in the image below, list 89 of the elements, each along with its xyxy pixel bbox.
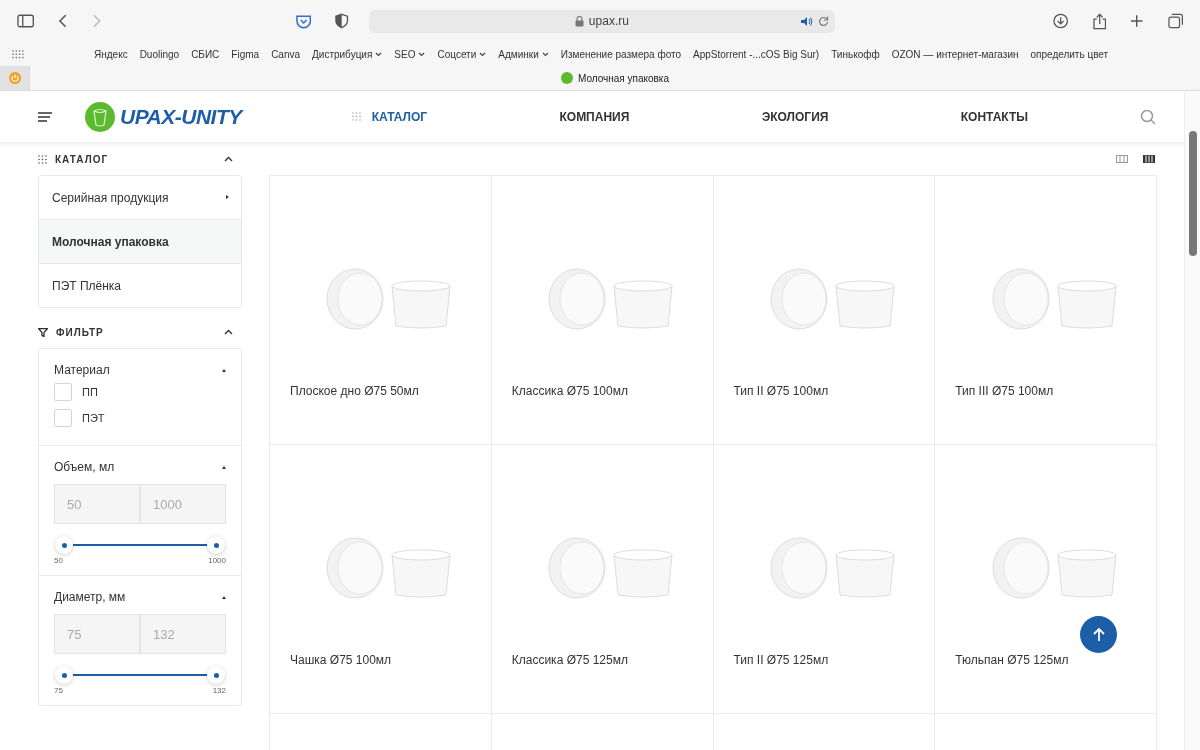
- collapse-icon[interactable]: [222, 368, 226, 372]
- checkbox[interactable]: [54, 383, 72, 401]
- product-name[interactable]: Тип II Ø75 125мл: [713, 653, 935, 667]
- nav-link[interactable]: КАТАЛОГ: [351, 109, 428, 124]
- bookmark[interactable]: определить цвет: [1030, 48, 1109, 60]
- max-label: 1000: [208, 556, 226, 565]
- product-name[interactable]: Плоское дно Ø75 50мл: [270, 384, 491, 398]
- product-card[interactable]: Классика Ø75 100мл: [491, 176, 714, 445]
- filter-title: Объем, мл: [54, 460, 115, 474]
- product-name[interactable]: Классика Ø75 100мл: [491, 384, 713, 398]
- tabs-overview-icon[interactable]: [1167, 13, 1183, 29]
- checkbox-label: ПЭТ: [82, 412, 105, 424]
- bookmark[interactable]: OZON — интернет-магазин: [891, 48, 1019, 60]
- bookmark[interactable]: Яндекс: [94, 48, 128, 60]
- product-name[interactable]: Тип II Ø75 100мл: [713, 384, 935, 398]
- cup-logo-icon: [85, 101, 115, 132]
- checkbox[interactable]: [54, 409, 72, 427]
- address-bar[interactable]: upax.ru: [368, 9, 835, 33]
- product-name[interactable]: Классика Ø75 125мл: [491, 653, 713, 667]
- scroll-to-top-button[interactable]: [1080, 616, 1117, 653]
- bookmark[interactable]: СБИС: [191, 48, 220, 60]
- plus-icon[interactable]: [1130, 14, 1144, 28]
- product-name[interactable]: Тип III Ø75 100мл: [935, 384, 1156, 398]
- filter-title: Диаметр, мм: [54, 590, 126, 604]
- slider-handle[interactable]: [55, 536, 73, 554]
- checkbox-label: ПП: [82, 386, 98, 398]
- nav-link[interactable]: ЭКОЛОГИЯ: [761, 109, 829, 124]
- bookmark[interactable]: Изменение размера фото: [560, 48, 681, 60]
- three-column-view-icon[interactable]: [1116, 155, 1128, 163]
- slider-handle[interactable]: [207, 666, 225, 684]
- nav-link[interactable]: КОМПАНИЯ: [559, 109, 630, 124]
- filter-icon: [38, 327, 48, 337]
- menu-icon[interactable]: [38, 111, 52, 122]
- grid-icon: [351, 112, 361, 121]
- collapse-icon[interactable]: [224, 156, 233, 162]
- nav-link[interactable]: КОНТАКТЫ: [960, 109, 1028, 124]
- category-item[interactable]: ПЭТ Плёнка: [39, 264, 241, 307]
- bookmark[interactable]: Duolingo: [139, 48, 180, 60]
- category-item[interactable]: Молочная упаковка: [39, 220, 241, 264]
- sidebar-icon[interactable]: [17, 14, 35, 28]
- power-icon: [8, 72, 21, 84]
- bookmark[interactable]: Canva: [271, 48, 301, 60]
- download-icon[interactable]: [1053, 13, 1069, 29]
- product-card[interactable]: Тип III Ø75 100мл: [935, 176, 1157, 445]
- min-label: 75: [54, 686, 63, 695]
- slider-handle[interactable]: [207, 536, 225, 554]
- bookmark[interactable]: Дистрибуция: [312, 48, 383, 60]
- max-label: 132: [212, 686, 226, 695]
- grid-icon: [38, 154, 47, 164]
- lock-icon: [574, 15, 584, 27]
- search-icon[interactable]: [1140, 108, 1156, 125]
- browser-tab[interactable]: Молочная упаковка: [30, 66, 1200, 90]
- scrollbar-thumb[interactable]: [1188, 131, 1197, 256]
- collapse-icon[interactable]: [224, 329, 233, 335]
- product-card[interactable]: Классика Ø75 125мл: [491, 445, 714, 714]
- min-input-field[interactable]: 50: [54, 484, 140, 524]
- product-name[interactable]: Тюльпан Ø75 125мл: [935, 653, 1156, 667]
- collapse-icon[interactable]: [222, 465, 226, 469]
- slider-handle[interactable]: [55, 666, 73, 684]
- collapse-icon[interactable]: [222, 595, 226, 599]
- product-card[interactable]: Чашка Ø75 100мл: [270, 445, 492, 714]
- product-name[interactable]: Чашка Ø75 100мл: [270, 653, 491, 667]
- section-title: КАТАЛОГ: [55, 153, 110, 165]
- min-input-field[interactable]: 75: [54, 614, 140, 654]
- bookmark[interactable]: AppStorrent -...cOS Big Sur): [693, 48, 820, 60]
- arrow-up-icon: [1092, 627, 1105, 642]
- url-text: upax.ru: [588, 14, 629, 28]
- bookmark[interactable]: Соцсети: [437, 48, 487, 60]
- min-label: 50: [54, 556, 63, 565]
- grid-icon[interactable]: [12, 49, 24, 59]
- filter-title: Материал: [54, 363, 110, 377]
- four-column-view-icon[interactable]: [1143, 155, 1155, 163]
- shield-icon[interactable]: [335, 13, 349, 29]
- max-input-field[interactable]: 1000: [140, 484, 226, 524]
- product-card[interactable]: Тип II Ø75 100мл: [713, 176, 936, 445]
- max-input-field[interactable]: 132: [140, 614, 226, 654]
- share-icon[interactable]: [1092, 12, 1107, 30]
- bookmark[interactable]: Тинькофф: [831, 48, 880, 60]
- logo-text[interactable]: UPAX-UNITY: [120, 104, 242, 129]
- bookmark[interactable]: Figma: [231, 48, 260, 60]
- product-card[interactable]: Тип II Ø75 125мл: [713, 445, 936, 714]
- speaker-icon[interactable]: [799, 15, 813, 27]
- bookmark[interactable]: Админки: [498, 48, 549, 60]
- bookmark[interactable]: SEO: [394, 48, 426, 60]
- section-title: ФИЛЬТР: [56, 326, 105, 338]
- back-icon[interactable]: [58, 14, 68, 28]
- product-card[interactable]: Плоское дно Ø75 50мл: [270, 176, 492, 445]
- pocket-icon[interactable]: [296, 13, 312, 29]
- reload-icon[interactable]: [817, 15, 829, 27]
